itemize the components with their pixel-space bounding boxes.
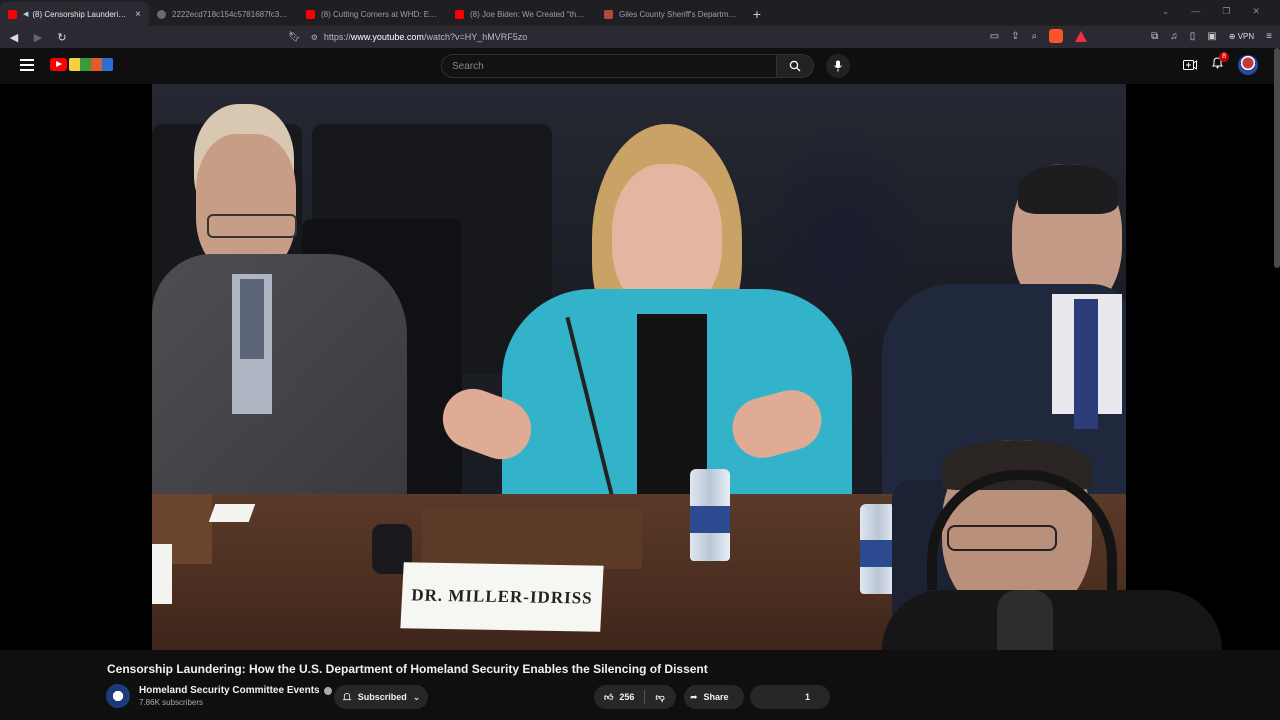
channel-name[interactable]: Homeland Security Committee Events [139,685,320,696]
subscribe-label: Subscribed [357,692,407,702]
sidebar-icon[interactable]: ▯ [1190,31,1196,42]
voice-search-button[interactable] [826,54,850,78]
extra-count: 1 [804,692,810,702]
guide-menu-icon[interactable] [20,59,34,71]
like-dislike-bar: 👍︎ 256 👎︎ [594,685,676,709]
brave-shields-icon[interactable] [1049,29,1064,43]
reload-icon[interactable]: ↻ [52,31,72,44]
youtube-play-icon [50,58,67,71]
masthead-actions: 8 [1183,52,1258,75]
browser-tab-strip: ◀ (8) Censorship Laundering: H × 2222ecd… [0,0,1280,26]
youtube-doodle [69,58,113,71]
subscriber-count: 7.86K subscribers [139,698,204,707]
like-count: 256 [619,692,635,702]
dislike-icon[interactable]: 👎︎ [655,692,664,703]
browser-tab-active[interactable]: ◀ (8) Censorship Laundering: H × [0,2,149,26]
share-label: Share [703,692,729,702]
tab-title: 2222ecd718c154c5781687fc3ba490c [172,9,290,19]
zoom-icon[interactable]: ⌕ [1032,31,1038,42]
tab-title: (8) Joe Biden: We Created "the Most [470,9,588,19]
notification-count: 8 [1219,52,1229,62]
verified-badge-icon [323,686,332,695]
microphone-icon [834,60,842,72]
webcam-overlay [832,440,1280,710]
chevron-down-icon: ⌄ [412,691,421,702]
brave-rewards-icon[interactable] [1075,30,1088,42]
page-scrollbar[interactable] [1274,48,1280,268]
minimize-icon[interactable]: — [1191,6,1200,17]
cast-icon[interactable]: ▭ [990,31,999,42]
browser-toolbar-right: ▭ ⇪ ⌕ ⧉ ♫ ▯ ▣ ⊕ VPN ≡ [990,29,1272,43]
divider [644,690,646,704]
youtube-icon [306,9,315,19]
bookmark-icon[interactable]: 🔖︎ [288,32,301,43]
youtube-masthead: Search 8 [0,48,1280,84]
new-tab-button[interactable]: + [745,2,769,26]
globe-icon [157,9,166,19]
close-tab-icon[interactable]: × [135,9,141,20]
share-button[interactable]: ➦ Share [684,685,744,709]
tab-title: (8) Cutting Corners at WHD: Examin [321,9,439,19]
search-button[interactable] [776,54,814,78]
create-video-icon[interactable] [1183,59,1197,71]
search-input[interactable]: Search [441,54,777,78]
url-field[interactable]: ⚙ https://www.youtube.com/watch?v=HY_hMV… [311,28,911,46]
video-title: Censorship Laundering: How the U.S. Depa… [107,662,708,676]
like-icon[interactable]: 👍︎ [604,692,613,703]
channel-row: Homeland Security Committee Events 7.86K… [106,684,332,708]
browser-tab[interactable]: (8) Cutting Corners at WHD: Examin [298,2,447,26]
tab-title: Giles County Sheriff's Department inv [619,9,737,19]
witness-left [152,104,412,514]
bell-icon [342,693,351,701]
extensions-icon[interactable]: ⧉ [1151,31,1158,42]
subscribe-button[interactable]: Subscribed ⌄ [334,685,428,709]
address-bar-row: ◀ ▶ ↻ 🔖︎ ⚙ https://www.youtube.com/watch… [0,26,1280,48]
channel-avatar[interactable] [106,684,130,708]
channel-name-row[interactable]: Homeland Security Committee Events [139,685,332,696]
paper [208,504,256,522]
nameplate-stand [422,509,642,569]
share-icon: ➦ [690,691,698,702]
tab-title: (8) Censorship Laundering: H [32,9,130,19]
youtube-logo[interactable] [50,58,113,71]
paper [152,544,172,604]
account-avatar[interactable] [1238,55,1258,75]
url-path: /watch?v=HY_hMVRF5zo [423,32,528,42]
video-info: Censorship Laundering: How the U.S. Depa… [0,650,1280,720]
video-player[interactable]: DR. MILLER-IDRISS [0,84,1280,710]
sheriff-icon [604,9,613,19]
youtube-icon [455,9,464,19]
browser-tab[interactable]: 2222ecd718c154c5781687fc3ba490c [149,2,298,26]
share-page-icon[interactable]: ⇪ [1011,31,1019,42]
tab-search-icon[interactable]: ⌄ [1162,6,1170,17]
url-host: www.youtube.com [350,32,424,42]
search-placeholder: Search [452,60,484,72]
maximize-icon[interactable]: ❐ [1222,6,1230,17]
browser-tab[interactable]: (8) Joe Biden: We Created "the Most [447,2,596,26]
back-icon[interactable]: ◀ [4,31,24,44]
vpn-label: VPN [1237,31,1255,41]
wallet-icon[interactable]: ▣ [1207,31,1216,42]
speaker-icon[interactable]: ◀ [23,10,28,18]
more-actions-button[interactable]: 1 [750,685,830,709]
witness-center [434,124,862,532]
browser-tab[interactable]: Giles County Sheriff's Department inv [596,2,745,26]
menu-icon[interactable]: ≡ [1266,31,1272,42]
close-window-icon[interactable]: ✕ [1252,6,1260,17]
youtube-icon [8,9,17,19]
url-prefix: https:// [323,32,351,42]
nameplate: DR. MILLER-IDRISS [400,562,604,632]
search-icon [789,60,801,72]
notifications-button[interactable]: 8 [1211,52,1229,74]
water-bottle [690,469,730,561]
forward-icon[interactable]: ▶ [28,31,48,44]
window-controls: ⌄ — ❐ ✕ [1162,6,1260,17]
media-icon[interactable]: ♫ [1170,31,1178,42]
vpn-button[interactable]: ⊕ VPN [1229,32,1254,41]
site-info-icon[interactable]: ⚙ [311,33,318,42]
